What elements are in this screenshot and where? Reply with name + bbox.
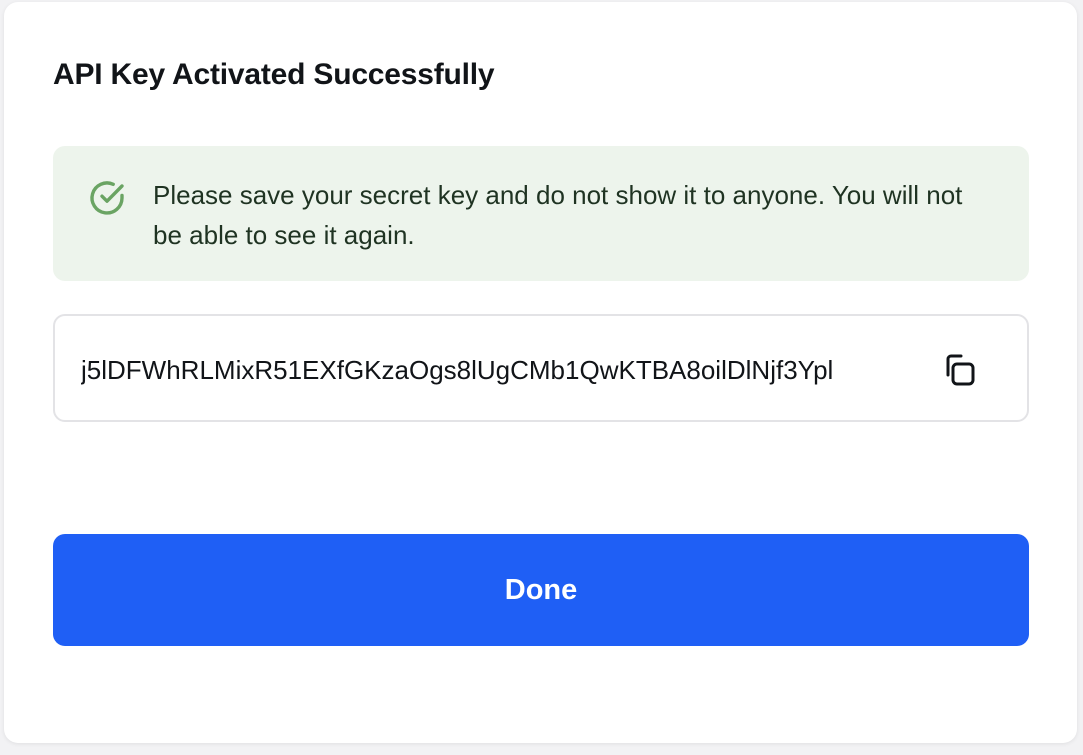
copy-icon [937, 354, 981, 395]
check-circle-icon [87, 178, 127, 218]
api-key-dialog: API Key Activated Successfully Please sa… [4, 2, 1077, 743]
dialog-title: API Key Activated Successfully [53, 58, 495, 91]
done-button[interactable]: Done [53, 534, 1029, 646]
notice-message: Please save your secret key and do not s… [153, 180, 963, 250]
copy-key-button[interactable] [937, 348, 981, 392]
secret-key-field: j5lDFWhRLMixR51EXfGKzaOgs8lUgCMb1QwKTBA8… [53, 314, 1029, 422]
secret-key-value[interactable]: j5lDFWhRLMixR51EXfGKzaOgs8lUgCMb1QwKTBA8… [81, 352, 921, 388]
success-notice: Please save your secret key and do not s… [53, 146, 1029, 281]
